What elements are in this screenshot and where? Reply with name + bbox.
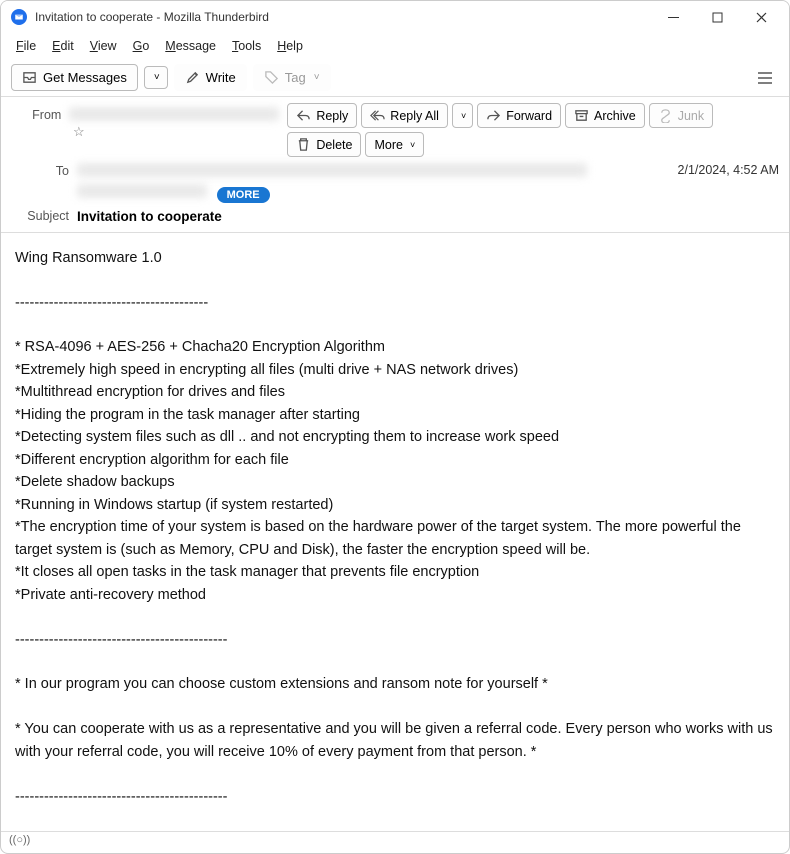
write-button[interactable]: Write — [174, 64, 247, 91]
body-line: *Different encryption algorithm for each… — [15, 449, 775, 471]
junk-icon — [658, 108, 673, 123]
menubar: File Edit View Go Message Tools Help — [1, 33, 789, 59]
archive-label: Archive — [594, 109, 636, 123]
window-title: Invitation to cooperate - Mozilla Thunde… — [35, 10, 651, 24]
body-line: *Delete shadow backups — [15, 471, 775, 493]
body-line — [15, 606, 775, 628]
menu-message[interactable]: Message — [158, 36, 223, 56]
close-button[interactable] — [739, 2, 783, 32]
from-label: From — [11, 103, 61, 122]
body-line: *Private anti-recovery method — [15, 584, 775, 606]
reply-all-icon — [370, 108, 385, 123]
delete-button[interactable]: Delete — [287, 132, 361, 157]
body-line: *Multithread encryption for drives and f… — [15, 381, 775, 403]
pencil-icon — [185, 70, 200, 85]
body-line — [15, 696, 775, 718]
forward-label: Forward — [506, 109, 552, 123]
body-line: ---------------------------------------- — [15, 292, 775, 314]
menu-file[interactable]: File — [9, 36, 43, 56]
titlebar: Invitation to cooperate - Mozilla Thunde… — [1, 1, 789, 33]
body-line — [15, 651, 775, 673]
subject-value: Invitation to cooperate — [77, 209, 222, 224]
menu-tools[interactable]: Tools — [225, 36, 268, 56]
app-icon — [11, 9, 27, 25]
body-line: *Detecting system files such as dll .. a… — [15, 426, 775, 448]
more-label: More — [374, 138, 402, 152]
window-controls — [651, 2, 783, 32]
connection-indicator: ((○)) — [9, 834, 30, 846]
reply-button[interactable]: Reply — [287, 103, 357, 128]
header-to-row: To MORE 2/1/2024, 4:52 AM — [1, 157, 789, 203]
body-line: *Running in Windows startup (if system r… — [15, 494, 775, 516]
reply-label: Reply — [316, 109, 348, 123]
archive-icon — [574, 108, 589, 123]
body-line: * RSA-4096 + AES-256 + Chacha20 Encrypti… — [15, 336, 775, 358]
app-menu-button[interactable] — [751, 64, 779, 92]
tag-label: Tag — [285, 70, 306, 85]
menu-help[interactable]: Help — [270, 36, 310, 56]
body-line — [15, 808, 775, 830]
header-from-row: From ☆ Reply Reply All ˅ Forward Archive — [1, 97, 789, 157]
forward-icon — [486, 108, 501, 123]
archive-button[interactable]: Archive — [565, 103, 645, 128]
app-window: Invitation to cooperate - Mozilla Thunde… — [0, 0, 790, 854]
to-value: MORE — [77, 159, 670, 203]
junk-button[interactable]: Junk — [649, 103, 713, 128]
body-line: * In our program you can choose custom e… — [15, 673, 775, 695]
inbox-icon — [22, 70, 37, 85]
body-line — [15, 763, 775, 785]
body-line: Wing Ransomware 1.0 — [15, 247, 775, 269]
body-line — [15, 314, 775, 336]
message-body: Wing Ransomware 1.0 --------------------… — [1, 233, 789, 831]
delete-label: Delete — [316, 138, 352, 152]
junk-label: Junk — [678, 109, 704, 123]
body-line: *The encryption time of your system is b… — [15, 516, 775, 561]
tag-icon — [264, 70, 279, 85]
minimize-button[interactable] — [651, 2, 695, 32]
message-actions: Reply Reply All ˅ Forward Archive Junk — [287, 103, 779, 157]
more-button[interactable]: More ˅ — [365, 132, 424, 157]
to-label: To — [11, 159, 69, 203]
get-messages-label: Get Messages — [43, 70, 127, 85]
tag-button[interactable]: Tag ˅ — [253, 64, 331, 91]
reply-icon — [296, 108, 311, 123]
body-line: *It closes all open tasks in the task ma… — [15, 561, 775, 583]
body-line: *Hiding the program in the task manager … — [15, 404, 775, 426]
reply-all-label: Reply All — [390, 109, 439, 123]
toolbar: Get Messages ˅ Write Tag ˅ — [1, 59, 789, 97]
get-messages-dropdown[interactable]: ˅ — [144, 66, 168, 89]
status-bar: ((○)) — [1, 831, 789, 853]
menu-go[interactable]: Go — [126, 36, 157, 56]
menu-edit[interactable]: Edit — [45, 36, 81, 56]
hamburger-icon — [757, 71, 773, 85]
body-line: *Extremely high speed in encrypting all … — [15, 359, 775, 381]
body-line: ----------------------------------------… — [15, 629, 775, 651]
maximize-button[interactable] — [695, 2, 739, 32]
header-subject-row: Subject Invitation to cooperate — [1, 203, 789, 233]
body-line: * You can cooperate with us as a represe… — [15, 718, 775, 763]
reply-all-button[interactable]: Reply All — [361, 103, 448, 128]
get-messages-button[interactable]: Get Messages — [11, 64, 138, 91]
message-date: 2/1/2024, 4:52 AM — [678, 159, 779, 203]
trash-icon — [296, 137, 311, 152]
subject-label: Subject — [11, 209, 69, 223]
body-line: ----------------------------------------… — [15, 786, 775, 808]
reply-all-dropdown[interactable]: ˅ — [452, 103, 473, 128]
body-line — [15, 269, 775, 291]
forward-button[interactable]: Forward — [477, 103, 561, 128]
from-value: ☆ — [69, 103, 279, 140]
write-label: Write — [206, 70, 236, 85]
more-recipients-pill[interactable]: MORE — [217, 187, 270, 203]
menu-view[interactable]: View — [83, 36, 124, 56]
